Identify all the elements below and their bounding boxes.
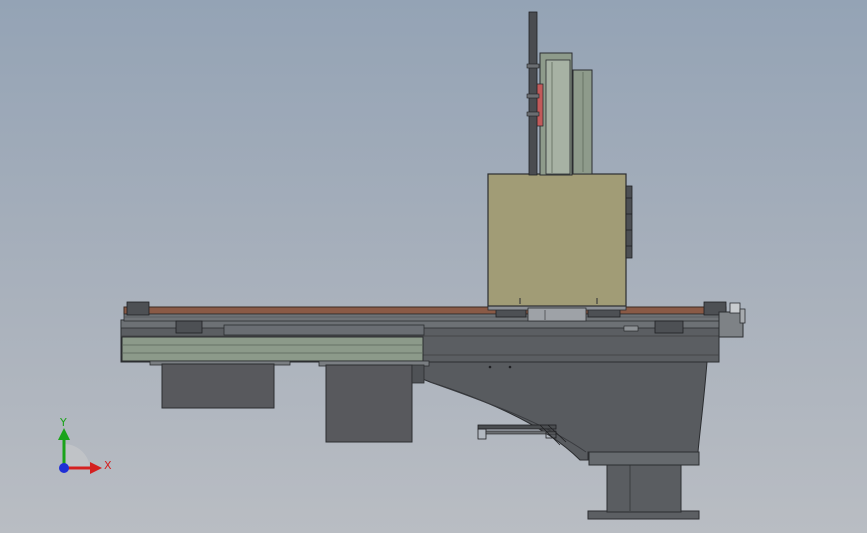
cad-viewport[interactable]: Y X	[0, 0, 867, 533]
z-axis-dot	[59, 463, 69, 473]
spindle-housing	[487, 173, 633, 307]
axis-triad: Y X	[58, 416, 112, 474]
z-axis-column	[534, 52, 593, 176]
x-axis-arrowhead	[90, 462, 102, 474]
electrical-box-right	[318, 360, 430, 443]
y-axis-arrowhead	[58, 428, 70, 440]
y-axis-label: Y	[59, 416, 67, 429]
cnc-machine-model	[120, 11, 746, 520]
curved-body	[419, 361, 708, 461]
x-axis-label: X	[104, 459, 112, 472]
spindle-rod	[526, 11, 540, 176]
electrical-box-left	[149, 360, 291, 409]
table-rail	[123, 306, 727, 322]
base-pedestal	[587, 451, 700, 520]
